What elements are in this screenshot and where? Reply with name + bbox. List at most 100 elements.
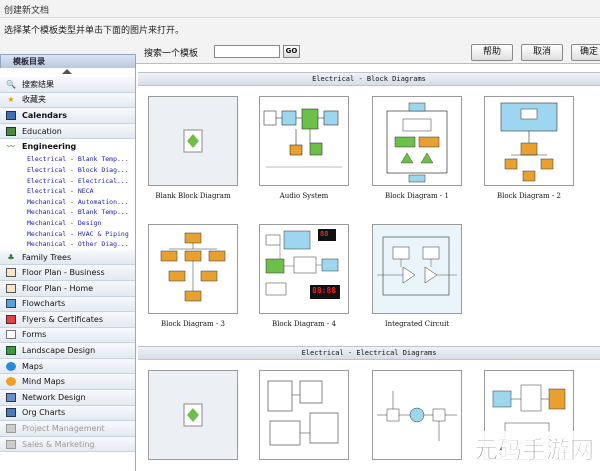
window-title: 创建新文档 <box>0 0 600 18</box>
magnifier-icon: 🔍 <box>6 79 16 89</box>
template-directory-tab[interactable]: 模板目录 <box>0 54 136 68</box>
sidebar-item-label: Maps <box>22 361 44 371</box>
sidebar-item-maps[interactable]: Maps <box>0 358 135 375</box>
book-icon <box>6 126 16 136</box>
help-button[interactable]: 帮助 <box>471 44 513 61</box>
template-thumb-block-diagram-4[interactable]: 88 88:88 <box>259 224 349 314</box>
block-diagram-2-preview <box>500 102 558 182</box>
template-thumb-block-diagram-3[interactable] <box>148 224 238 314</box>
sidebar-item-label: Project Management <box>22 424 105 434</box>
subcategory-item[interactable]: Mechanical - HVAC & Piping <box>0 229 135 240</box>
sidebar-item-flowcharts[interactable]: Flowcharts <box>0 296 135 313</box>
blank-document-icon <box>183 129 203 153</box>
sidebar-item-label: Flowcharts <box>22 299 66 309</box>
flowchart-icon <box>6 299 16 309</box>
template-thumb-block-diagram-2[interactable] <box>484 96 574 186</box>
sidebar-item-label: Floor Plan - Home <box>22 283 94 293</box>
subcategory-item[interactable]: Electrical - Blank Temp... <box>0 154 135 165</box>
sidebar-item-project-management[interactable]: Project Management <box>0 421 135 437</box>
calendar-icon <box>6 110 16 120</box>
scroll-up-arrow-icon[interactable] <box>62 69 72 74</box>
subcategory-item[interactable]: Mechanical - Design <box>0 218 135 229</box>
sidebar-item-label: Org Charts <box>22 408 66 418</box>
subcategory-item[interactable]: Electrical - Block Diag... <box>0 165 135 176</box>
svg-text:元码手游网: 元码手游网 <box>474 436 594 464</box>
template-thumb-block-diagram-1[interactable] <box>372 96 462 186</box>
template-thumb-electrical-3[interactable] <box>372 370 462 460</box>
tree-icon: ♣ <box>7 252 15 262</box>
blank-document-icon <box>183 403 203 427</box>
sidebar-item-label: Education <box>22 126 62 136</box>
subcategory-item[interactable]: Electrical - Electrical... <box>0 176 135 187</box>
section-header-block-diagrams: Electrical - Block Diagrams <box>138 72 600 86</box>
floorplan-icon <box>6 268 16 278</box>
template-label: Block Diagram - 1 <box>385 192 449 200</box>
network-icon <box>6 392 16 402</box>
sidebar-item-forms[interactable]: Forms <box>0 327 135 344</box>
template-thumb-electrical-2[interactable] <box>259 370 349 460</box>
template-thumb-integrated-circuit[interactable] <box>372 224 462 314</box>
sidebar-item-sales-marketing[interactable]: Sales & Marketing <box>0 436 135 453</box>
template-gallery: Electrical - Block Diagrams Blank Block … <box>138 68 600 471</box>
template-label: Integrated Circuit <box>384 320 450 328</box>
sidebar-item-mind-maps[interactable]: Mind Maps <box>0 374 135 391</box>
template-label: Block Diagram - 3 <box>161 320 225 328</box>
sidebar-item-flyers[interactable]: Flyers & Certificates <box>0 312 135 328</box>
template-thumb-blank-block-diagram[interactable] <box>148 96 238 186</box>
mindmap-icon <box>6 377 16 387</box>
subcategory-item[interactable]: Electrical - NECA <box>0 186 135 197</box>
sidebar-item-label: Calendars <box>22 110 67 120</box>
project-icon <box>6 424 16 434</box>
sidebar-item-label: Sales & Marketing <box>22 439 95 449</box>
template-thumb-audio-system[interactable] <box>259 96 349 186</box>
template-label: Audio System <box>279 192 329 200</box>
audio-system-preview <box>263 108 342 168</box>
template-thumb-blank-electrical[interactable] <box>148 370 238 460</box>
sidebar-item-label: Family Trees <box>22 252 72 262</box>
floorplan-icon <box>6 283 16 293</box>
sidebar-item-engineering[interactable]: 〰 Engineering <box>0 139 135 155</box>
cancel-button[interactable]: 取消 <box>521 44 563 61</box>
subcategory-item[interactable]: Mechanical - Blank Temp... <box>0 207 135 218</box>
sidebar-item-favorites[interactable]: ★ 收藏夹 <box>0 92 135 109</box>
sidebar-item-org-charts[interactable]: Org Charts <box>0 405 135 422</box>
go-button[interactable]: GO <box>283 45 300 58</box>
ok-button[interactable]: 确定 <box>571 44 600 61</box>
sidebar-item-search-results[interactable]: 🔍 搜索结果 <box>0 77 135 93</box>
orgchart-icon <box>6 408 16 418</box>
subcategory-item[interactable]: Mechanical - Automation... <box>0 197 135 208</box>
watermark: 元码手游网 <box>468 425 600 471</box>
section-header-electrical-diagrams: Electrical - Electrical Diagrams <box>138 346 600 360</box>
sidebar-item-network-design[interactable]: Network Design <box>0 390 135 406</box>
sidebar-item-label: Engineering <box>22 142 77 152</box>
sidebar-item-label: Flyers & Certificates <box>22 314 103 324</box>
clock-digits-large: 88:88 <box>312 286 337 295</box>
sidebar-item-label: Landscape Design <box>22 346 96 356</box>
form-icon <box>6 330 16 340</box>
sidebar-item-calendars[interactable]: Calendars <box>0 108 135 124</box>
subcategory-item[interactable]: Mechanical - Other Diag... <box>0 239 135 250</box>
circuit-preview <box>377 391 457 441</box>
template-label: Block Diagram - 4 <box>272 320 336 328</box>
globe-icon <box>6 361 16 371</box>
sidebar-item-label: Forms <box>22 330 47 340</box>
sidebar-item-label: 收藏夹 <box>22 95 46 105</box>
sidebar-item-floor-plan-home[interactable]: Floor Plan - Home <box>0 280 135 297</box>
sidebar-item-landscape-design[interactable]: Landscape Design <box>0 343 135 359</box>
flyer-icon <box>6 314 16 324</box>
block-diagram-3-preview <box>160 232 226 302</box>
search-input[interactable] <box>214 45 280 58</box>
sales-icon <box>6 439 16 449</box>
sidebar-item-education[interactable]: Education <box>0 123 135 140</box>
clock-digits-small: 88 <box>320 230 329 238</box>
sidebar-item-floor-plan-business[interactable]: Floor Plan - Business <box>0 265 135 281</box>
sidebar-item-label: Mind Maps <box>22 377 65 387</box>
template-category-sidebar: 🔍 搜索结果 ★ 收藏夹 Calendars Education 〰 Engin… <box>0 68 136 471</box>
block-diagram-1-preview <box>386 102 448 183</box>
schematic-preview <box>267 380 339 446</box>
sidebar-item-family-trees[interactable]: ♣ Family Trees <box>0 249 135 266</box>
search-label: 搜索一个模板 <box>144 49 199 59</box>
integrated-circuit-preview <box>373 225 461 313</box>
sidebar-item-label: Floor Plan - Business <box>22 268 105 278</box>
engineering-icon: 〰 <box>7 142 15 152</box>
